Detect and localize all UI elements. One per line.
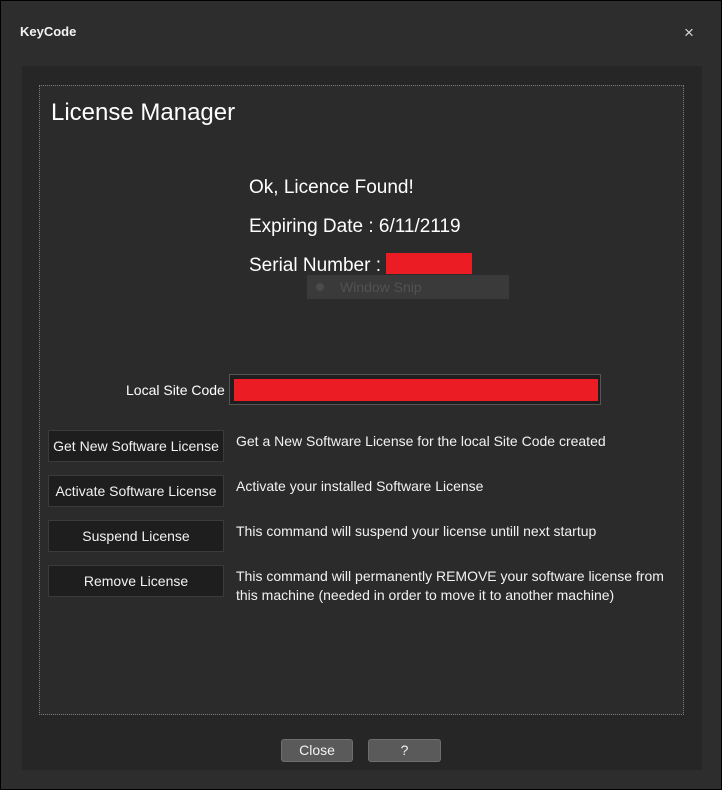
serial-number-redaction bbox=[386, 253, 473, 275]
local-site-code-field[interactable] bbox=[229, 374, 601, 405]
serial-number-row: Serial Number : bbox=[249, 253, 473, 277]
license-panel: License Manager Ok, Licence Found! Expir… bbox=[39, 85, 684, 715]
remove-license-button[interactable]: Remove License bbox=[48, 565, 224, 597]
title-bar: KeyCode × bbox=[1, 1, 721, 63]
remove-license-description: This command will permanently REMOVE you… bbox=[236, 568, 664, 603]
window-snip-overlay: Window Snip bbox=[307, 275, 509, 299]
close-button[interactable]: Close bbox=[281, 739, 353, 762]
help-button[interactable]: ? bbox=[368, 739, 441, 762]
local-site-code-label: Local Site Code bbox=[126, 382, 225, 398]
snip-dot-icon bbox=[316, 283, 324, 291]
serial-number-label: Serial Number : bbox=[249, 255, 381, 276]
window-snip-label: Window Snip bbox=[340, 279, 422, 295]
page-title: License Manager bbox=[51, 99, 236, 126]
site-code-redaction bbox=[234, 379, 598, 401]
get-new-license-description: Get a New Software License for the local… bbox=[236, 433, 606, 449]
close-icon[interactable]: × bbox=[681, 23, 697, 43]
suspend-license-description: This command will suspend your license u… bbox=[236, 523, 597, 539]
activate-license-description: Activate your installed Software License bbox=[236, 478, 484, 494]
window-title: KeyCode bbox=[20, 24, 77, 39]
activate-license-button[interactable]: Activate Software License bbox=[48, 475, 224, 507]
expiring-date-text: Expiring Date : 6/11/2119 bbox=[249, 216, 461, 237]
content-area: License Manager Ok, Licence Found! Expir… bbox=[22, 66, 702, 770]
suspend-license-button[interactable]: Suspend License bbox=[48, 520, 224, 552]
get-new-license-button[interactable]: Get New Software License bbox=[48, 430, 224, 462]
keycode-window: KeyCode × License Manager Ok, Licence Fo… bbox=[0, 0, 722, 790]
license-found-text: Ok, Licence Found! bbox=[249, 177, 414, 198]
